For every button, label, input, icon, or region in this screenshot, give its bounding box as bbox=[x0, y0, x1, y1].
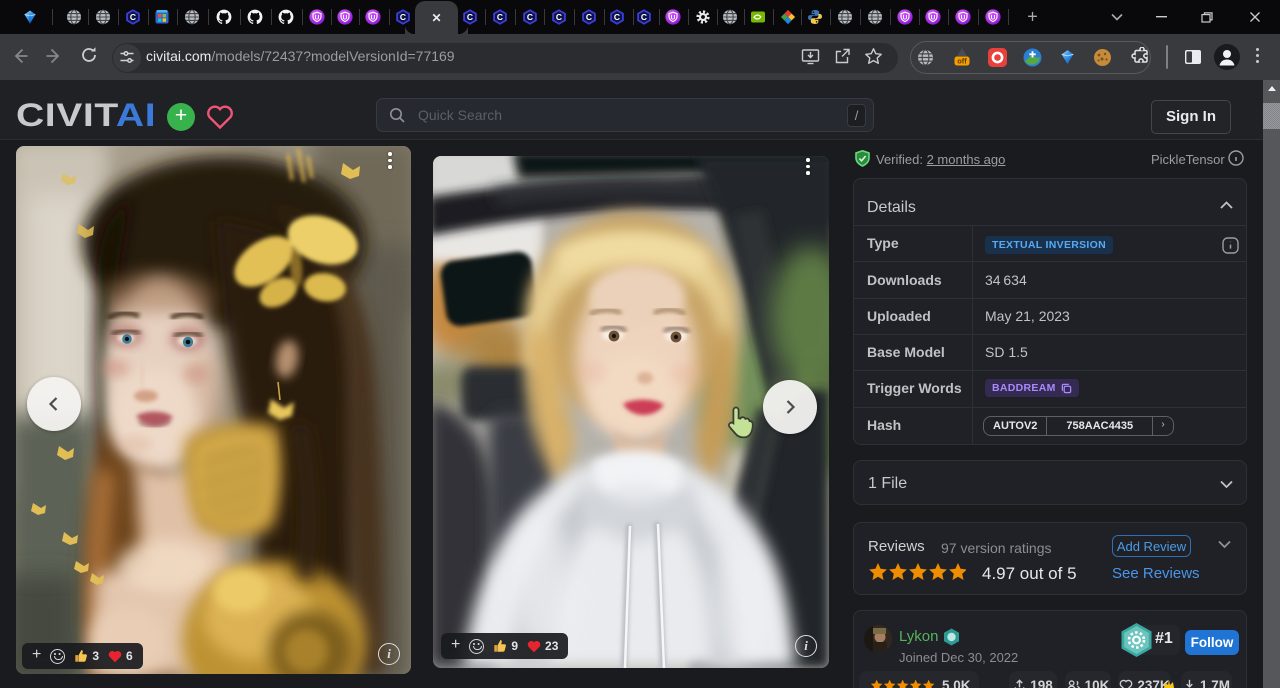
svg-text:U: U bbox=[960, 14, 965, 21]
svg-text:U: U bbox=[343, 14, 348, 21]
svg-text:off: off bbox=[957, 57, 967, 66]
svg-text:C: C bbox=[497, 12, 503, 22]
svg-text:C: C bbox=[586, 12, 592, 22]
svg-text:C: C bbox=[556, 12, 562, 22]
svg-text:U: U bbox=[315, 14, 320, 21]
svg-text:U: U bbox=[990, 14, 995, 21]
svg-text:C: C bbox=[527, 12, 533, 22]
svg-text:U: U bbox=[903, 14, 908, 21]
svg-text:U: U bbox=[930, 14, 935, 21]
svg-text:C: C bbox=[467, 12, 473, 22]
svg-text:C: C bbox=[130, 12, 136, 22]
svg-text:U: U bbox=[371, 14, 376, 21]
svg-text:C: C bbox=[641, 12, 647, 22]
svg-text:U: U bbox=[670, 14, 675, 21]
svg-text:C: C bbox=[614, 12, 620, 22]
svg-text:C: C bbox=[400, 12, 406, 22]
